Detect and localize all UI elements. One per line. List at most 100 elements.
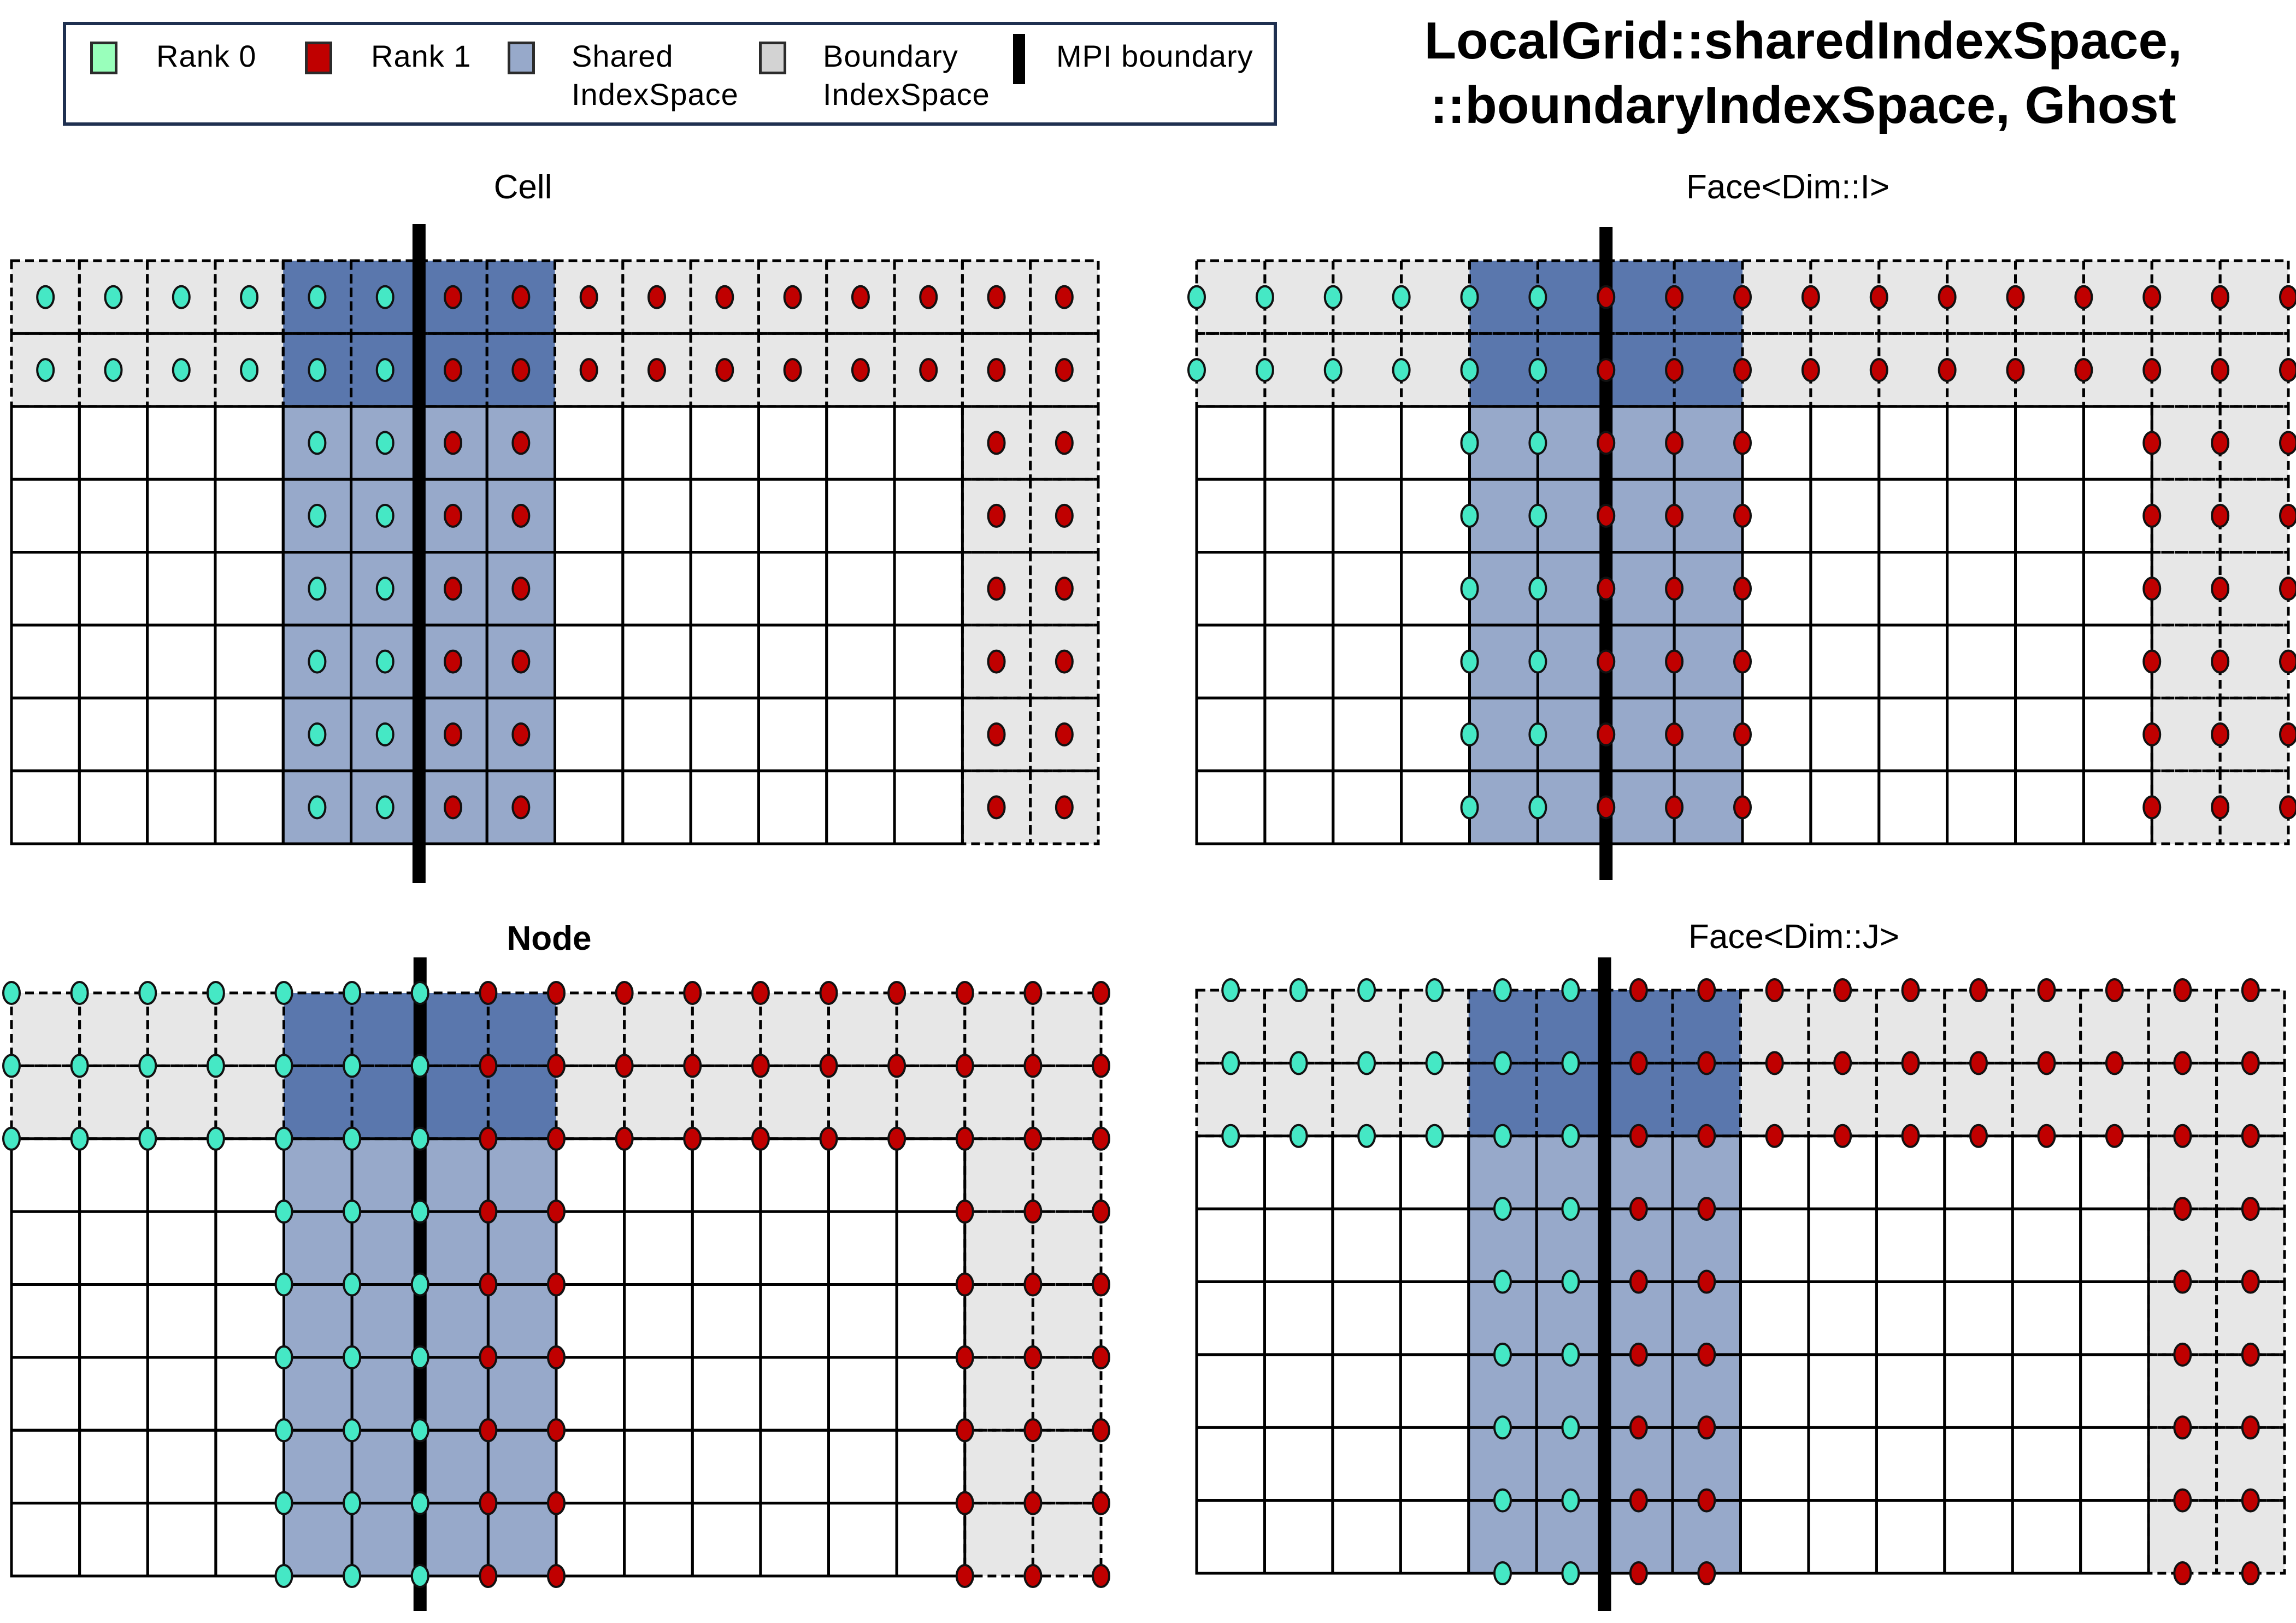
owned-cell — [1879, 552, 1947, 625]
owned-cell — [2083, 625, 2152, 698]
rank1-point — [1733, 358, 1752, 383]
shared-cell — [1538, 479, 1606, 552]
rank1-point — [511, 285, 531, 309]
rank0-point — [343, 1345, 362, 1369]
owned-cell — [79, 1138, 148, 1212]
owned-cell — [11, 1430, 80, 1503]
owned-cell — [1332, 1427, 1401, 1501]
owned-cell — [2012, 1281, 2081, 1355]
owned-cell — [148, 1430, 216, 1503]
rank0-point — [1392, 358, 1411, 383]
owned-cell — [11, 625, 80, 698]
rank1-point — [1629, 1197, 1648, 1221]
rank0-point — [1460, 795, 1479, 820]
rank1-point — [511, 722, 531, 746]
shared-ghost-cell — [284, 993, 352, 1066]
owned-cell — [1876, 1427, 1945, 1501]
owned-cell — [897, 1212, 965, 1285]
shared-ghost-cell — [1538, 261, 1606, 334]
rank0-point — [1460, 431, 1479, 455]
rank1-point — [1733, 285, 1752, 309]
panel-face-j — [1195, 957, 2286, 1611]
owned-cell — [215, 1284, 284, 1357]
owned-cell — [826, 771, 895, 844]
rank1-point — [647, 285, 666, 309]
owned-cell — [147, 698, 215, 771]
rank0-point — [1425, 1051, 1444, 1075]
owned-cell — [1876, 1500, 1945, 1573]
shared-cell — [352, 1212, 420, 1285]
rank0-point — [375, 722, 395, 746]
shared-cell — [420, 1503, 488, 1576]
rank1-point — [1597, 795, 1616, 820]
boundary-cell — [692, 993, 761, 1066]
rank1-point — [1665, 577, 1684, 601]
boundary-cell — [828, 1066, 897, 1139]
rank1-point — [751, 1054, 770, 1078]
shared-cell — [352, 1138, 420, 1212]
rank1-point — [1629, 1269, 1648, 1294]
owned-cell — [1197, 1281, 1265, 1355]
rank1-point — [2279, 431, 2296, 455]
owned-cell — [1742, 698, 1811, 771]
owned-cell — [1740, 1354, 1809, 1428]
rank1-point — [1023, 981, 1043, 1005]
rank1-point — [2074, 358, 2093, 383]
owned-cell — [1400, 1427, 1469, 1501]
owned-cell — [692, 1138, 761, 1212]
rank0-point — [70, 981, 89, 1005]
rank0-point — [1460, 358, 1479, 383]
rank1-point — [479, 1564, 498, 1588]
owned-cell — [2015, 698, 2084, 771]
owned-cell — [148, 1212, 216, 1285]
rank0-point — [1289, 1051, 1308, 1075]
owned-cell — [826, 406, 895, 480]
rank1-point — [1629, 1342, 1648, 1367]
rank1-point — [919, 285, 938, 309]
rank0-point — [274, 1272, 293, 1297]
shared-ghost-cell — [1538, 333, 1606, 407]
rank0-point — [410, 1272, 429, 1297]
shared-cell — [284, 1503, 352, 1576]
owned-cell — [691, 479, 759, 552]
shared-cell — [1538, 552, 1606, 625]
owned-cell — [1264, 479, 1333, 552]
rank1-point — [1023, 1345, 1043, 1369]
owned-cell — [828, 1357, 897, 1431]
owned-cell — [1944, 1281, 2013, 1355]
owned-cell — [1947, 698, 2016, 771]
boundary-cell — [2220, 333, 2288, 407]
rank0-point — [375, 431, 395, 455]
rank1-point — [1733, 649, 1752, 674]
rank1-point — [547, 981, 566, 1005]
rank1-point — [2006, 285, 2025, 309]
rank1-point — [683, 1126, 702, 1151]
owned-cell — [2080, 1281, 2149, 1355]
owned-cell — [1947, 552, 2016, 625]
rank0-point — [1493, 1342, 1512, 1367]
rank1-point — [1092, 1564, 1110, 1588]
shared-ghost-cell — [352, 1066, 420, 1139]
rank1-point — [1597, 577, 1616, 601]
owned-cell — [2080, 1427, 2149, 1501]
rank0-point — [2, 1126, 21, 1151]
boundary-cell — [1333, 261, 1402, 334]
boundary-cell — [1264, 261, 1333, 334]
owned-cell — [1876, 1281, 1945, 1355]
rank0-point — [1493, 978, 1512, 1002]
rank1-point — [987, 358, 1006, 383]
owned-cell — [1944, 1209, 2013, 1282]
rank1-point — [2279, 649, 2296, 674]
owned-cell — [555, 625, 623, 698]
owned-cell — [79, 406, 148, 480]
panel-cell — [10, 224, 1100, 883]
owned-cell — [1197, 625, 1265, 698]
rank0-point — [274, 981, 293, 1005]
owned-cell — [1333, 698, 1402, 771]
shared-cell — [352, 1284, 420, 1357]
shared-cell — [1469, 406, 1538, 480]
rank0-point — [1221, 1051, 1240, 1075]
rank1-point — [1733, 795, 1752, 820]
rank0-point — [1528, 722, 1547, 746]
rank1-point — [1629, 1051, 1648, 1075]
